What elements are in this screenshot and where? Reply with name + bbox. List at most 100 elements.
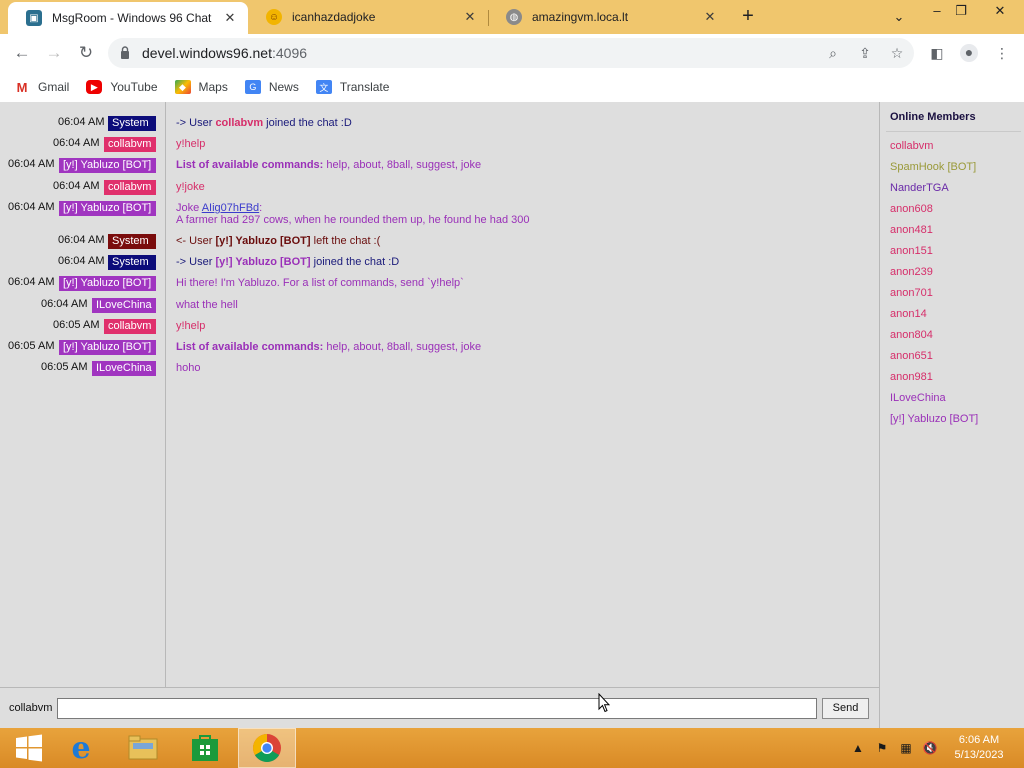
tab-icanhazdadjoke[interactable]: ☺ icanhazdadjoke ✕ [248,0,488,34]
restore-button[interactable]: ❐ [946,0,976,22]
member-item[interactable]: anon651 [890,350,933,362]
tab-close-icon[interactable]: ✕ [462,9,478,25]
clock-date: 5/13/2023 [954,749,1004,761]
message-text: List of available commands: help, about,… [176,341,482,353]
network-icon[interactable]: ▦ [898,740,914,756]
bookmark-youtube[interactable]: ▶ YouTube [86,80,158,94]
message-text: y!help [176,320,206,332]
tab-close-icon[interactable]: ✕ [702,9,718,25]
message-time: 06:04 AM [8,158,55,170]
message-input[interactable] [57,698,817,719]
message-text: -> User [y!] Yabluzo [BOT] joined the ch… [176,256,400,268]
file-explorer-button[interactable] [114,728,172,768]
store-icon [192,735,218,761]
system-clock[interactable]: 6:06 AM 5/13/2023 [944,733,1014,763]
message-time: 06:05 AM [8,340,55,352]
browser-tab-strip: ▣ MsgRoom - Windows 96 Chat ✕ ☺ icanhazd… [0,0,1024,34]
show-hidden-icons-chevron-icon[interactable]: ▲ [850,740,866,756]
bookmark-maps[interactable]: ◆ Maps [174,80,228,94]
bookmark-translate[interactable]: 文 Translate [315,80,389,94]
member-item[interactable]: anon804 [890,329,933,341]
member-item[interactable]: anon481 [890,224,933,236]
online-members-panel: Online Members collabvm SpamHook [BOT] Nan… [879,102,1024,728]
forward-arrow-icon[interactable]: → [43,42,65,64]
internet-explorer-button[interactable]: e [52,728,110,768]
chrome-taskbar-button[interactable] [238,728,296,768]
message-time: 06:04 AM [53,180,100,192]
start-button[interactable] [0,728,58,768]
member-item[interactable]: anon239 [890,266,933,278]
more-menu-icon[interactable]: ⋮ [994,45,1010,61]
tab-search-chevron-icon[interactable]: ⌄ [884,6,914,28]
bookmark-news[interactable]: G News [244,80,299,94]
message-text: -> User collabvm joined the chat :D [176,117,352,129]
chat-log[interactable]: 06:04 AM System -> User collabvm joined … [0,102,878,687]
tab-close-icon[interactable]: ✕ [222,10,238,26]
side-panel-icon[interactable]: ◧ [929,45,945,61]
message-time: 06:04 AM [41,298,88,310]
member-item[interactable]: anon608 [890,203,933,215]
user-badge: System [108,234,156,249]
user-badge: System [108,255,156,270]
message-text: hoho [176,362,201,374]
maps-icon: ◆ [174,80,191,94]
bookmark-star-icon[interactable]: ☆ [889,45,905,61]
member-item[interactable]: anon981 [890,371,933,383]
translate-icon: 文 [315,80,332,94]
user-badge: collabvm [104,137,156,152]
user-badge: ILoveChina [92,361,156,376]
members-divider [886,131,1021,132]
tab-title: MsgRoom - Windows 96 Chat [52,11,212,25]
user-badge: ILoveChina [92,298,156,313]
member-item[interactable]: collabvm [890,140,933,152]
member-item[interactable]: [y!] Yabluzo [BOT] [890,413,978,425]
member-item[interactable]: SpamHook [BOT] [890,161,976,173]
send-button[interactable]: Send [822,698,869,719]
reload-icon[interactable]: ↻ [75,42,97,64]
message-time: 06:04 AM [8,276,55,288]
chrome-icon [253,734,281,762]
new-tab-button[interactable]: + [737,6,759,28]
member-item[interactable]: anon701 [890,287,933,299]
share-icon[interactable]: ⇪ [857,45,873,61]
close-window-button[interactable]: ✕ [985,0,1015,22]
message-input-bar: collabvm Send [0,687,879,728]
windows-taskbar: e ▲ ⚑ ▦ 🔇 6:06 AM 5/13/2023 [0,728,1024,768]
message-text-line2: A farmer had 297 cows, when he rounded t… [176,214,530,226]
msgroom-page: 06:04 AM System -> User collabvm joined … [0,102,1024,728]
member-item[interactable]: anon14 [890,308,927,320]
tab-msgroom[interactable]: ▣ MsgRoom - Windows 96 Chat ✕ [8,2,248,34]
current-nickname[interactable]: collabvm [9,702,52,714]
member-item[interactable]: NanderTGA [890,182,949,194]
message-text: y!joke [176,181,205,193]
address-bar[interactable]: devel.windows96.net:4096 ⌕ ⇪ ☆ [108,38,914,68]
message-time: 06:04 AM [58,116,105,128]
search-icon[interactable]: ⌕ [825,45,841,61]
bookmarks-bar: M Gmail ▶ YouTube ◆ Maps G News 文 Transl… [0,72,1024,102]
volume-muted-icon[interactable]: 🔇 [922,740,938,756]
member-item[interactable]: anon151 [890,245,933,257]
back-arrow-icon[interactable]: ← [11,42,33,64]
message-text: y!help [176,138,206,150]
windows-logo-icon [16,734,42,762]
message-time: 06:05 AM [53,319,100,331]
youtube-icon: ▶ [86,80,103,94]
user-badge: [y!] Yabluzo [BOT] [59,276,156,291]
url-text: devel.windows96.net:4096 [142,45,308,61]
store-button[interactable] [176,728,234,768]
clock-time: 6:06 AM [958,734,1000,746]
user-badge: collabvm [104,180,156,195]
tab-amazingvm[interactable]: ◍ amazingvm.loca.lt ✕ [488,0,728,34]
user-badge: [y!] Yabluzo [BOT] [59,340,156,355]
profile-avatar-icon[interactable]: ● [960,44,978,62]
lock-icon [121,46,129,59]
internet-explorer-icon: e [71,730,91,766]
message-time: 06:04 AM [8,201,55,213]
joke-link[interactable]: AIig07hFBd [202,202,259,214]
gmail-icon: M [16,79,28,95]
member-item[interactable]: ILoveChina [890,392,946,404]
action-center-flag-icon[interactable]: ⚑ [874,740,890,756]
bookmark-gmail[interactable]: M Gmail [14,79,70,95]
emoji-favicon-icon: ☺ [266,9,282,25]
message-time: 06:04 AM [58,234,105,246]
